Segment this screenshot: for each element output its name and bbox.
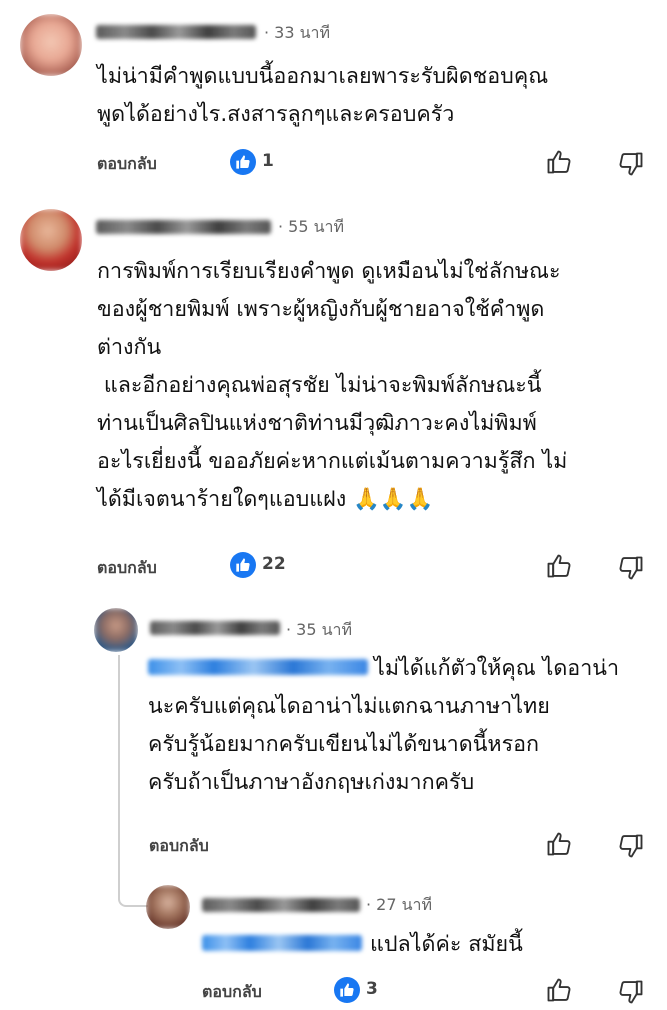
- like-badge-icon[interactable]: [230, 552, 256, 578]
- like-count: 1: [262, 151, 274, 171]
- comment-text: แปลได้ค่ะ สมัยนี้: [202, 926, 523, 964]
- comment-time: · 55 นาที: [278, 217, 345, 236]
- commenter-name[interactable]: [96, 25, 256, 39]
- comment-line: ไม่น่ามีคำพูดแบบนี้ออกมาเลยพาระรับผิดชอบ…: [97, 64, 549, 89]
- comment-line: ครับถ้าเป็นภาษาอังกฤษเก่งมากครับ: [148, 770, 475, 795]
- comment-line: พูดได้อย่างไร.สงสารลูกๆและครอบครัว: [97, 102, 455, 127]
- comment-line: ต่างกัน: [97, 335, 162, 360]
- reply-button[interactable]: ตอบกลับ: [97, 152, 157, 177]
- thumbs-down-icon[interactable]: [617, 554, 645, 582]
- avatar[interactable]: [146, 885, 190, 929]
- avatar[interactable]: [20, 14, 82, 76]
- comment-line: ไม่ได้แก้ตัวให้คุณ ไดอาน่า: [148, 650, 619, 688]
- comment-line-text: แปลได้ค่ะ สมัยนี้: [370, 932, 523, 957]
- comment-line: แปลได้ค่ะ สมัยนี้: [202, 926, 523, 964]
- comment-line: นะครับแต่คุณไดอาน่าไม่แตกฉานภาษาไทย: [148, 694, 550, 719]
- thumbs-down-icon[interactable]: [617, 978, 645, 1006]
- comment-line-text: ไม่ได้แก้ตัวให้คุณ ไดอาน่า: [374, 656, 620, 681]
- comment-line: ท่านเป็นศิลปินแห่งชาติท่านมีวุฒิภาวะคงไม…: [97, 411, 537, 436]
- thumbs-up-icon[interactable]: [545, 552, 573, 580]
- reply-comment-1: · 35 นาที ไม่ได้แก้ตัวให้คุณ ไดอาน่า นะค…: [0, 600, 667, 875]
- commenter-name[interactable]: [202, 898, 360, 912]
- comment-line: ได้มีเจตนาร้ายใดๆแอบแฝง 🙏🙏🙏: [97, 487, 434, 512]
- reply-comment-2: · 27 นาที แปลได้ค่ะ สมัยนี้ ตอบกลับ 3: [0, 875, 667, 1010]
- comment-text: การพิมพ์การเรียบเรียงคำพูด ดูเหมือนไม่ใช…: [97, 253, 567, 519]
- thumbs-up-icon[interactable]: [545, 148, 573, 176]
- avatar[interactable]: [20, 209, 82, 271]
- thumbs-down-icon[interactable]: [617, 832, 645, 860]
- commenter-name[interactable]: [150, 621, 280, 635]
- reply-button[interactable]: ตอบกลับ: [97, 556, 157, 581]
- comment-line: ของผู้ชายพิมพ์ เพราะผู้หญิงกับผู้ชายอาจใ…: [97, 297, 545, 322]
- commenter-name[interactable]: [96, 220, 271, 234]
- like-count: 22: [262, 554, 286, 574]
- comment-actions: ตอบกลับ 1: [0, 146, 667, 176]
- comment-line: และอีกอย่างคุณพ่อสุรชัย ไม่น่าจะพิมพ์ลัก…: [97, 373, 542, 398]
- comment-2: · 55 นาที การพิมพ์การเรียบเรียงคำพูด ดูเ…: [0, 195, 667, 600]
- comment-time: · 35 นาที: [286, 620, 353, 639]
- like-count: 3: [366, 979, 378, 999]
- mention-tag[interactable]: [148, 659, 368, 675]
- thumbs-up-icon[interactable]: [545, 830, 573, 858]
- comment-text: ไม่น่ามีคำพูดแบบนี้ออกมาเลยพาระรับผิดชอบ…: [97, 58, 548, 134]
- thumbs-down-icon[interactable]: [617, 150, 645, 178]
- comment-actions: ตอบกลับ 22: [0, 550, 667, 580]
- comment-text: ไม่ได้แก้ตัวให้คุณ ไดอาน่า นะครับแต่คุณไ…: [148, 650, 619, 802]
- comment-actions: ตอบกลับ 3: [0, 975, 667, 1005]
- reply-button[interactable]: ตอบกลับ: [149, 834, 209, 859]
- thumbs-up-icon[interactable]: [545, 976, 573, 1004]
- reply-button[interactable]: ตอบกลับ: [202, 980, 262, 1005]
- comment-time: · 33 นาที: [264, 23, 331, 42]
- comment-line: ครับรู้น้อยมากครับเขียนไม่ได้ขนาดนี้หรอก: [148, 732, 540, 757]
- comment-time: · 27 นาที: [366, 895, 433, 914]
- comment-1: · 33 นาที ไม่น่ามีคำพูดแบบนี้ออกมาเลยพาร…: [0, 0, 667, 195]
- comment-actions: ตอบกลับ: [0, 827, 667, 860]
- mention-tag[interactable]: [202, 935, 362, 951]
- comment-line: การพิมพ์การเรียบเรียงคำพูด ดูเหมือนไม่ใช…: [97, 259, 561, 284]
- like-badge-icon[interactable]: [230, 149, 256, 175]
- like-badge-icon[interactable]: [334, 977, 360, 1003]
- avatar[interactable]: [94, 608, 138, 652]
- comment-line: อะไรเยี่ยงนี้ ขออภัยค่ะหากแต่เม้นตามความ…: [97, 449, 568, 474]
